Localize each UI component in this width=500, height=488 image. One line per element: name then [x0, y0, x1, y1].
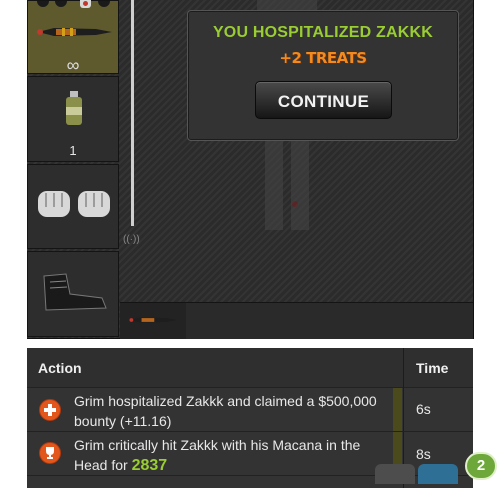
status-strip: [186, 302, 473, 339]
log-text: Grim hospitalized Zakkk and claimed a $5…: [74, 393, 377, 429]
log-time: 6s: [416, 401, 431, 417]
boots-slot[interactable]: [27, 251, 119, 337]
row-marker: [393, 388, 402, 431]
mod-slot-icon: [37, 1, 49, 7]
time-column-header: Time: [416, 360, 449, 376]
result-title: YOU HOSPITALIZED ZAKKK: [212, 24, 434, 41]
used-weapon-slot: [120, 302, 186, 339]
primary-weapon-slot[interactable]: ∞: [27, 0, 119, 74]
sound-toggle-icon[interactable]: ((·)): [123, 234, 140, 245]
macana-weapon-icon: [37, 28, 112, 36]
fists-slot[interactable]: [27, 164, 119, 249]
divider: [131, 0, 134, 226]
notification-badge[interactable]: 2: [465, 452, 497, 480]
chat-tab[interactable]: [375, 464, 415, 484]
hospital-cross-icon: [39, 399, 61, 421]
action-column-header: Action: [38, 360, 82, 376]
attack-result-dialog: YOU HOSPITALIZED ZAKKK +2 TREATS CONTINU…: [187, 10, 459, 141]
temporary-weapon-slot[interactable]: 1: [27, 76, 119, 162]
log-time: 8s: [416, 446, 431, 462]
weapon-ammo: 1: [69, 143, 77, 158]
damage-value: 2837: [131, 457, 168, 474]
log-text: Grim critically hit Zakkk with his Macan…: [74, 435, 384, 476]
log-text-body: Grim critically hit Zakkk with his Macan…: [74, 437, 361, 473]
fight-panel: ∞ 1 ((·)) YOU HOSPITALIZED ZAKKK +2 TREA…: [27, 0, 474, 339]
weapon-ammo: ∞: [66, 55, 80, 75]
reward-text: +2 TREATS: [279, 49, 367, 67]
bonus-mod-icon: [80, 0, 91, 8]
boot-icon: [43, 273, 107, 311]
grenade-icon: [66, 91, 82, 125]
mod-slot-icon: [98, 1, 110, 7]
trophy-icon: [39, 442, 61, 464]
fists-icon: [38, 191, 110, 217]
macana-weapon-icon: [129, 317, 178, 323]
mod-slot-icon: [55, 1, 67, 7]
log-header: Action Time: [27, 348, 473, 388]
chat-tab[interactable]: [418, 464, 458, 484]
continue-button[interactable]: CONTINUE: [255, 81, 392, 119]
log-row: Grim hospitalized Zakkk and claimed a $5…: [27, 388, 473, 432]
